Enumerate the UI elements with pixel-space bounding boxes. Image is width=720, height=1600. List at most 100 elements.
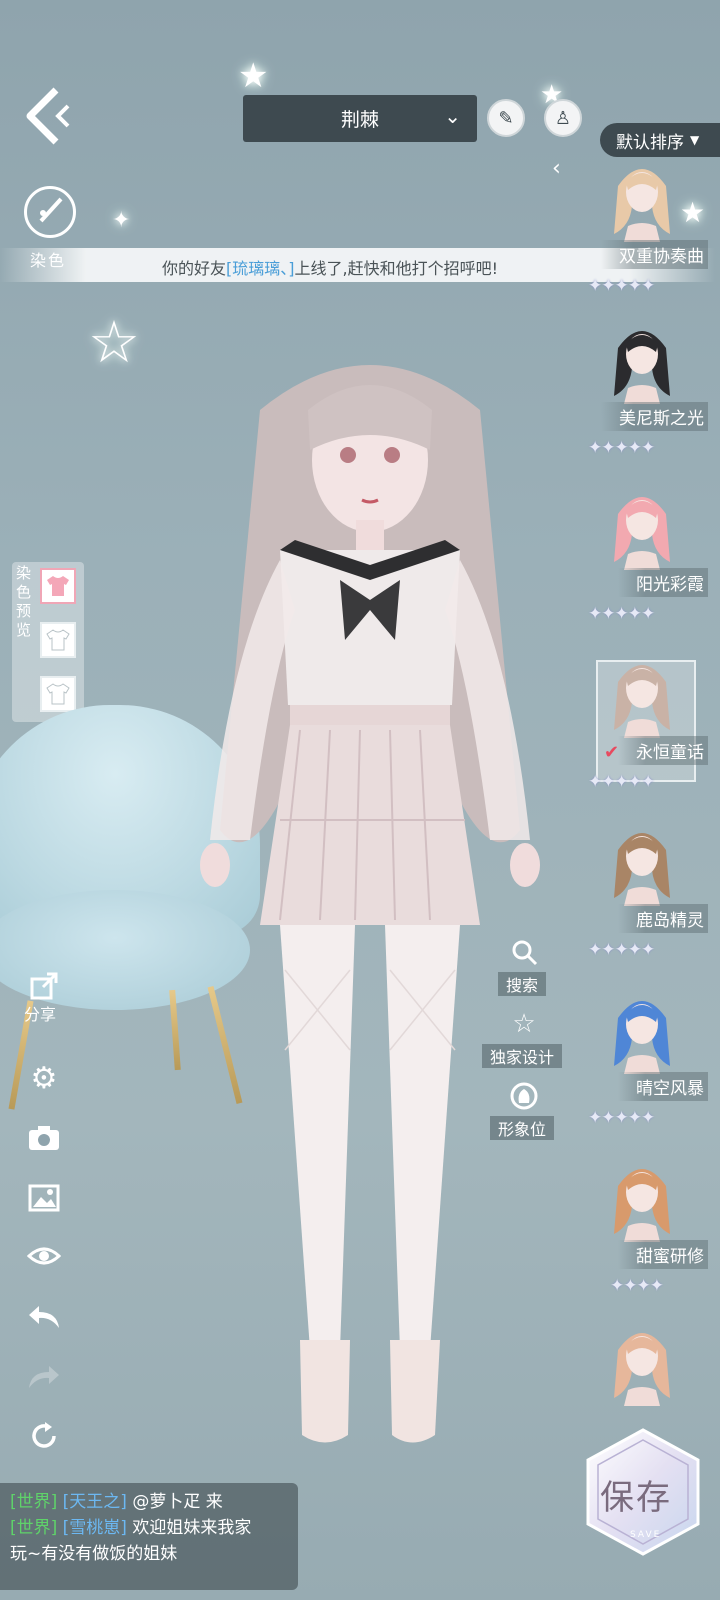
portrait-icon [510,1082,538,1110]
hair-item-name: 甜蜜研修 [618,1240,708,1269]
chat-user[interactable]: [雪桃崽] [63,1518,127,1538]
pen-icon: ✎ [498,107,514,129]
hair-icon [614,497,670,570]
hair-item-name: 阳光彩霞 [618,568,708,597]
chat-channel: [世界] [10,1518,58,1538]
character-model [200,365,540,1443]
outfit-dress-button[interactable]: ♙ [544,99,582,137]
hair-item-thumbnail[interactable] [604,156,680,242]
hair-icon [614,1169,670,1242]
camera-button[interactable] [26,1120,62,1156]
search-icon [512,940,538,966]
chat-text: 玩~有没有做饭的姐妹 [10,1544,178,1564]
hair-icon [614,665,670,738]
caret-down-icon: ▼ [690,133,700,147]
share-icon [30,972,58,1000]
notification-prefix: 你的好友 [162,259,227,278]
sparkle-star-icon: ☆ [88,308,140,376]
hair-item-thumbnail[interactable] [604,988,680,1074]
dye-preview-title: 染色预览 [16,564,32,639]
hair-item-thumbnail[interactable] [604,1156,680,1242]
shirt-icon [46,683,70,705]
chat-text: 欢迎姐妹来我家 [132,1518,252,1538]
share-button[interactable] [26,968,62,1004]
gear-icon: ⚙ [30,1060,58,1096]
dye-preview-swatch-white[interactable] [40,622,76,658]
chat-message: [世界] [雪桃崽] 欢迎姐妹来我家 [10,1515,288,1541]
sparkle-star-icon: ★ [238,56,269,96]
hair-item-thumbnail[interactable] [604,318,680,404]
rarity-stars: ✦✦✦✦ [610,1276,664,1296]
hair-icon [614,1333,670,1406]
reset-button[interactable] [26,1418,62,1454]
dress-icon: ♙ [554,107,572,129]
rarity-stars: ✦✦✦✦✦ [588,772,655,792]
image-slot-button[interactable] [508,1080,540,1112]
friend-name[interactable]: [琉璃璃、] [226,259,295,278]
edit-pen-button[interactable]: ✎ [487,99,525,137]
rarity-stars: ✦✦✦✦✦ [588,940,655,960]
share-label: 分享 [24,1005,57,1024]
hair-item-thumbnail[interactable] [604,820,680,906]
dye-button[interactable] [24,186,76,238]
image-icon [28,1184,60,1212]
chat-text: @萝卜疋 来 [132,1492,223,1512]
sparkle-star-icon: ✦ [112,208,131,233]
notification-text: 你的好友[琉璃璃、]上线了,赶快和他打个招呼吧! [162,255,498,279]
settings-button[interactable]: ⚙ [26,1060,62,1096]
checkmark-icon: ✔ [604,742,620,763]
chat-channel: [世界] [10,1492,58,1512]
redo-icon [29,1366,59,1388]
rarity-stars: ✦✦✦✦✦ [588,276,655,296]
chat-panel[interactable]: [世界] [天王之] @萝卜疋 来 [世界] [雪桃崽] 欢迎姐妹来我家 玩~有… [0,1483,298,1590]
hair-item-thumbnail[interactable] [604,1320,680,1406]
save-sub-label: SAVE [630,1530,662,1540]
undo-button[interactable] [26,1298,62,1334]
save-label[interactable]: 保存 [600,1470,672,1519]
exclusive-design-label[interactable]: 独家设计 [482,1044,563,1068]
reset-icon [32,1422,56,1448]
hair-item-name: 永恒童话 [618,736,708,765]
sort-label: 默认排序 [616,132,684,153]
star-outline-icon: ☆ [512,1009,536,1039]
outfit-name: 荆棘 [340,109,379,131]
chat-message: [世界] [天王之] @萝卜疋 来 [10,1489,288,1515]
camera-icon [29,1126,59,1150]
back-arrow-icon [26,87,70,145]
collapse-list-icon[interactable]: ‹ [552,156,561,181]
sparkle-star-icon: ★ [680,196,706,229]
undo-icon [29,1306,59,1328]
hair-item-name: 美尼斯之光 [601,402,708,431]
chat-user[interactable]: [天王之] [63,1492,127,1512]
dye-preview-swatch-pink[interactable] [40,568,76,604]
hair-icon [614,331,670,404]
image-slot-label[interactable]: 形象位 [490,1116,555,1140]
search-button[interactable] [508,936,540,968]
exclusive-design-button[interactable]: ☆ [508,1008,540,1040]
shirt-icon [46,629,70,651]
rarity-stars: ✦✦✦✦✦ [588,604,655,624]
hair-item-thumbnail[interactable] [604,484,680,570]
gallery-button[interactable] [26,1180,62,1216]
eye-icon [27,1247,61,1265]
notification-suffix: 上线了,赶快和他打个招呼吧! [294,259,499,278]
dye-preview-swatch-white-2[interactable] [40,676,76,712]
shirt-icon [47,576,69,596]
hair-item-name: 鹿岛精灵 [618,904,708,933]
rarity-stars: ✦✦✦✦✦ [588,1108,655,1128]
redo-button[interactable] [26,1358,62,1394]
palette-icon [39,197,63,223]
visibility-button[interactable] [26,1238,62,1274]
sort-dropdown[interactable]: 默认排序 ▼ [600,123,720,157]
rarity-stars: ✦✦✦✦✦ [588,438,655,458]
hair-item-thumbnail[interactable] [604,652,680,738]
hair-item-name: 晴空风暴 [618,1072,708,1101]
hair-icon [614,169,670,242]
chevron-down-icon: ⌄ [444,104,461,128]
outfit-dropdown[interactable]: 荆棘 ⌄ [243,95,477,142]
hair-icon [614,833,670,906]
search-label[interactable]: 搜索 [498,972,547,996]
hair-icon [614,1001,670,1074]
back-button[interactable] [22,86,74,146]
hair-item-name: 双重协奏曲 [601,240,708,269]
